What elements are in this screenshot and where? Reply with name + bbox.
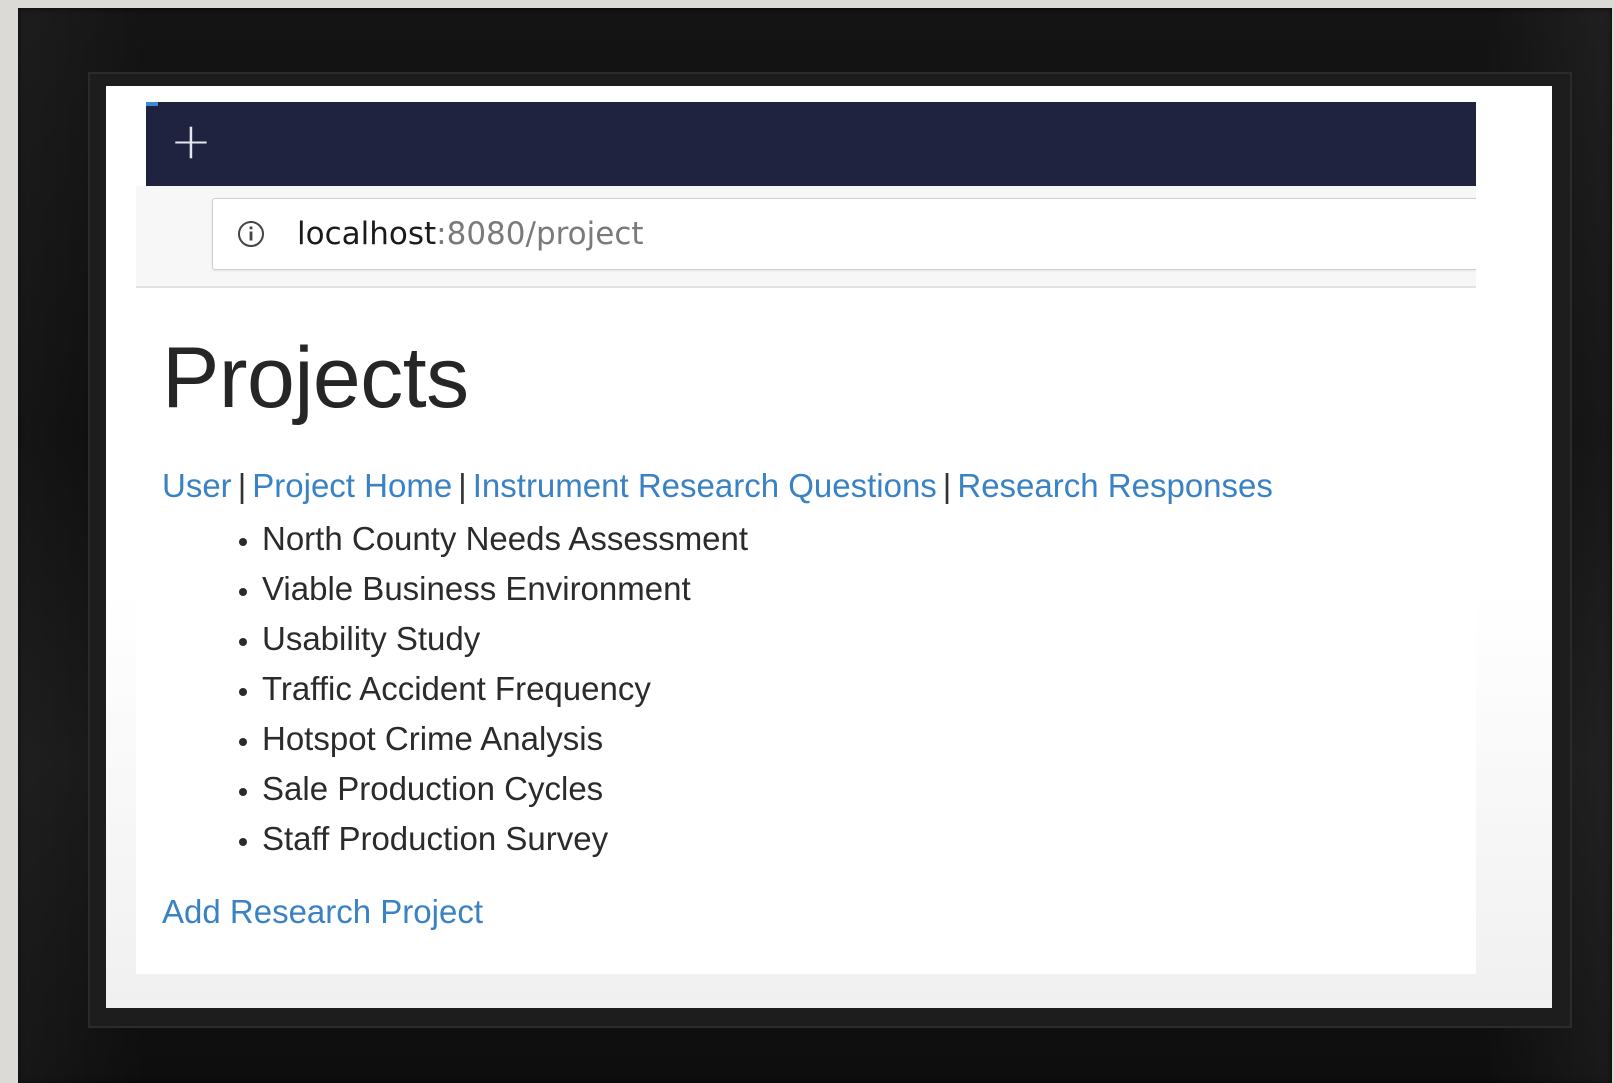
list-item: Traffic Accident Frequency — [262, 664, 748, 714]
url-text[interactable]: localhost:8080/project — [297, 199, 644, 269]
address-bar[interactable]: localhost:8080/project — [212, 198, 1476, 270]
list-item: Usability Study — [262, 614, 748, 664]
list-item: Staff Production Survey — [262, 814, 748, 864]
page-content: Projects User | Project Home | Instrument Re… — [136, 288, 1476, 974]
browser-toolbar: localhost:8080/project — [136, 186, 1476, 288]
page-title: Projects — [162, 330, 469, 426]
url-path: :8080/project — [436, 216, 644, 252]
add-research-project-link[interactable]: Add Research Project — [162, 892, 483, 932]
nav-link-instrument-research-questions[interactable]: Instrument Research Questions — [473, 467, 937, 504]
nav-link-user[interactable]: User — [162, 467, 232, 504]
url-host: localhost — [297, 216, 437, 252]
info-circle-icon[interactable] — [237, 220, 265, 248]
new-tab-plus-icon[interactable]: + — [170, 116, 212, 166]
nav-separator: | — [942, 467, 952, 504]
nav-link-project-home[interactable]: Project Home — [252, 467, 452, 504]
list-item: Viable Business Environment — [262, 564, 748, 614]
tab-accent — [146, 102, 158, 106]
nav-separator: | — [458, 467, 467, 504]
presentation-frame: + localhost:8080/project Projects User |… — [18, 8, 1612, 1083]
project-list: North County Needs Assessment Viable Bus… — [162, 514, 748, 864]
nav-link-research-responses[interactable]: Research Responses — [957, 467, 1273, 504]
slide: + localhost:8080/project Projects User |… — [106, 86, 1552, 1008]
nav-links: User | Project Home | Instrument Research Qu… — [162, 466, 1273, 506]
list-item: Sale Production Cycles — [262, 764, 748, 814]
browser-screenshot: + localhost:8080/project Projects User |… — [136, 102, 1476, 974]
tab-bar: + — [146, 102, 1476, 186]
nav-separator: | — [237, 467, 247, 504]
list-item: North County Needs Assessment — [262, 514, 748, 564]
list-item: Hotspot Crime Analysis — [262, 714, 748, 764]
